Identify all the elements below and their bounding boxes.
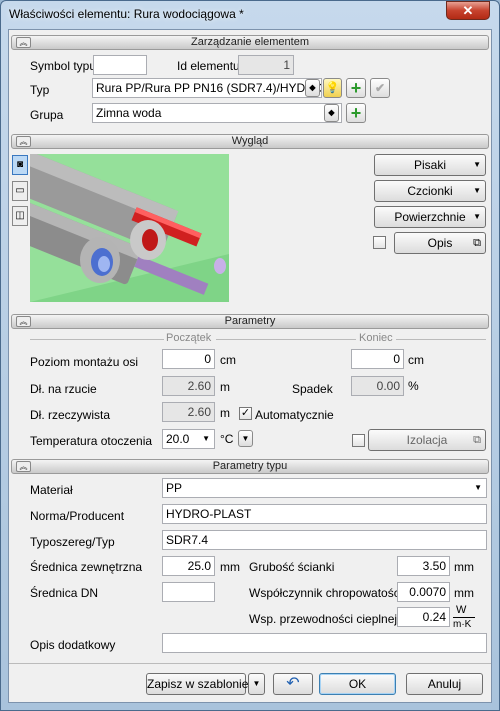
collapse-icon: ︽: [16, 37, 31, 48]
unit-mm: mm: [220, 560, 240, 574]
cancel-button[interactable]: Anuluj: [406, 673, 483, 695]
symbol-label: Symbol typu: [30, 59, 97, 73]
start-header: Początek: [166, 332, 212, 344]
wspchrop-label: Współczynnik chropowatości: [249, 586, 403, 600]
unit-cm: cm: [220, 353, 236, 367]
end-header: Koniec: [359, 332, 393, 344]
bulb-icon[interactable]: 💡: [323, 78, 342, 98]
pipe-preview-image: [30, 154, 229, 302]
section-header-typeparams[interactable]: ︽ Parametry typu: [11, 459, 489, 474]
add-type-icon[interactable]: +: [346, 78, 366, 98]
id-label: Id elementu: [177, 59, 240, 73]
add-group-icon[interactable]: +: [346, 103, 366, 123]
expand-icon: ⧉: [473, 237, 481, 249]
auto-checkbox[interactable]: ✓: [239, 407, 252, 420]
srednica-input[interactable]: 25.0: [162, 556, 215, 576]
cube-icon[interactable]: ◫: [12, 206, 28, 226]
collapse-icon: ︽: [16, 316, 31, 327]
symbol-input[interactable]: [93, 55, 147, 75]
collapse-icon: ︽: [16, 461, 31, 472]
camera-icon[interactable]: ◙: [12, 155, 28, 175]
spadek-field: 0.00: [351, 376, 404, 396]
temp-label: Temperatura otoczenia: [30, 434, 153, 448]
divider: [216, 339, 356, 340]
section-title: Parametry typu: [212, 460, 288, 472]
save-template-dropdown[interactable]: ▼: [248, 673, 265, 695]
section-header-appearance[interactable]: ︽ Wygląd: [11, 134, 489, 149]
section-header-element[interactable]: ︽ Zarządzanie elementem: [11, 35, 489, 50]
unit-c: °C: [220, 432, 234, 446]
pens-button[interactable]: Pisaki: [374, 154, 486, 176]
undo-icon[interactable]: ↶: [273, 673, 313, 695]
unit-pct: %: [408, 379, 419, 393]
divider: [396, 339, 486, 340]
unit-cm: cm: [408, 353, 424, 367]
section-title: Wygląd: [231, 135, 269, 147]
close-button[interactable]: ✕: [446, 1, 490, 20]
section-header-params[interactable]: ︽ Parametry: [11, 314, 489, 329]
desc-label: Opis: [427, 236, 453, 250]
group-select[interactable]: Zimna woda: [92, 103, 342, 123]
dl-rzecz-field: 2.60: [162, 402, 215, 422]
mount-start-input[interactable]: 0: [162, 349, 215, 369]
unit-w: W: [456, 604, 467, 616]
wspprz-label: Wsp. przewodności cieplnej: [249, 612, 398, 626]
save-template-button[interactable]: Zapisz w szablonie: [146, 673, 248, 695]
srednica-label: Średnica zewnętrzna: [30, 560, 143, 574]
fonts-button[interactable]: Czcionki: [374, 180, 486, 202]
unit-mk: m·K: [453, 619, 472, 630]
material-select[interactable]: PP: [162, 478, 487, 498]
unit-mm: mm: [454, 560, 474, 574]
temp-select[interactable]: 20.0: [162, 429, 215, 449]
id-field: 1: [238, 55, 294, 75]
mount-label: Poziom montażu osi: [30, 355, 139, 369]
typoszereg-input[interactable]: SDR7.4: [162, 530, 487, 550]
izolacja-label: Izolacja: [406, 433, 448, 447]
footer-divider: [9, 663, 491, 664]
grubosc-label: Grubość ścianki: [249, 560, 335, 574]
spadek-label: Spadek: [292, 382, 333, 396]
window-title: Właściwości elementu: Rura wodociągowa *: [9, 7, 244, 21]
material-label: Materiał: [30, 483, 73, 497]
dl-rzut-label: Dł. na rzucie: [30, 382, 97, 396]
divider: [30, 339, 164, 340]
dn-label: Średnica DN: [30, 586, 99, 600]
collapse-icon: ︽: [16, 136, 31, 147]
group-dropdown-icon[interactable]: ◆: [324, 104, 339, 122]
desc-checkbox[interactable]: [373, 236, 386, 249]
type-dropdown-icon[interactable]: ◆: [305, 79, 320, 97]
norma-input[interactable]: HYDRO-PLAST: [162, 504, 487, 524]
surfaces-button[interactable]: Powierzchnie: [374, 206, 486, 228]
mount-end-input[interactable]: 0: [351, 349, 404, 369]
ok-button[interactable]: OK: [319, 673, 396, 695]
dl-rzecz-label: Dł. rzeczywista: [30, 408, 111, 422]
grubosc-input[interactable]: 3.50: [397, 556, 450, 576]
section-title: Parametry: [224, 315, 276, 327]
typoszereg-label: Typoszereg/Typ: [30, 535, 115, 549]
temp-dropdown-icon[interactable]: ▼: [238, 430, 253, 447]
desc-button[interactable]: Opis ⧉: [394, 232, 486, 254]
unit-m: m: [220, 406, 230, 420]
wspprz-input[interactable]: 0.24: [397, 607, 450, 627]
unit-mm: mm: [454, 586, 474, 600]
type-label: Typ: [30, 83, 50, 97]
fraction-line: [453, 617, 475, 618]
dl-rzut-field: 2.60: [162, 376, 215, 396]
pipe-preview-svg: [30, 154, 229, 302]
expand-icon: ⧉: [473, 434, 481, 446]
opis-label: Opis dodatkowy: [30, 638, 116, 652]
dn-input[interactable]: [162, 582, 215, 602]
auto-label: Automatycznie: [255, 408, 334, 422]
izolacja-checkbox[interactable]: [352, 434, 365, 447]
opis-input[interactable]: [162, 633, 487, 653]
izolacja-button[interactable]: Izolacja ⧉: [368, 429, 486, 451]
check-icon[interactable]: ✔: [370, 78, 390, 98]
norma-label: Norma/Producent: [30, 509, 125, 523]
group-label: Grupa: [30, 108, 64, 122]
wspchrop-input[interactable]: 0.0070: [397, 582, 450, 602]
unit-m: m: [220, 380, 230, 394]
folder-icon[interactable]: ▭: [12, 181, 28, 201]
type-select[interactable]: Rura PP/Rura PP PN16 (SDR7.4)/HYDRO-: [92, 78, 322, 98]
section-title: Zarządzanie elementem: [190, 36, 309, 48]
